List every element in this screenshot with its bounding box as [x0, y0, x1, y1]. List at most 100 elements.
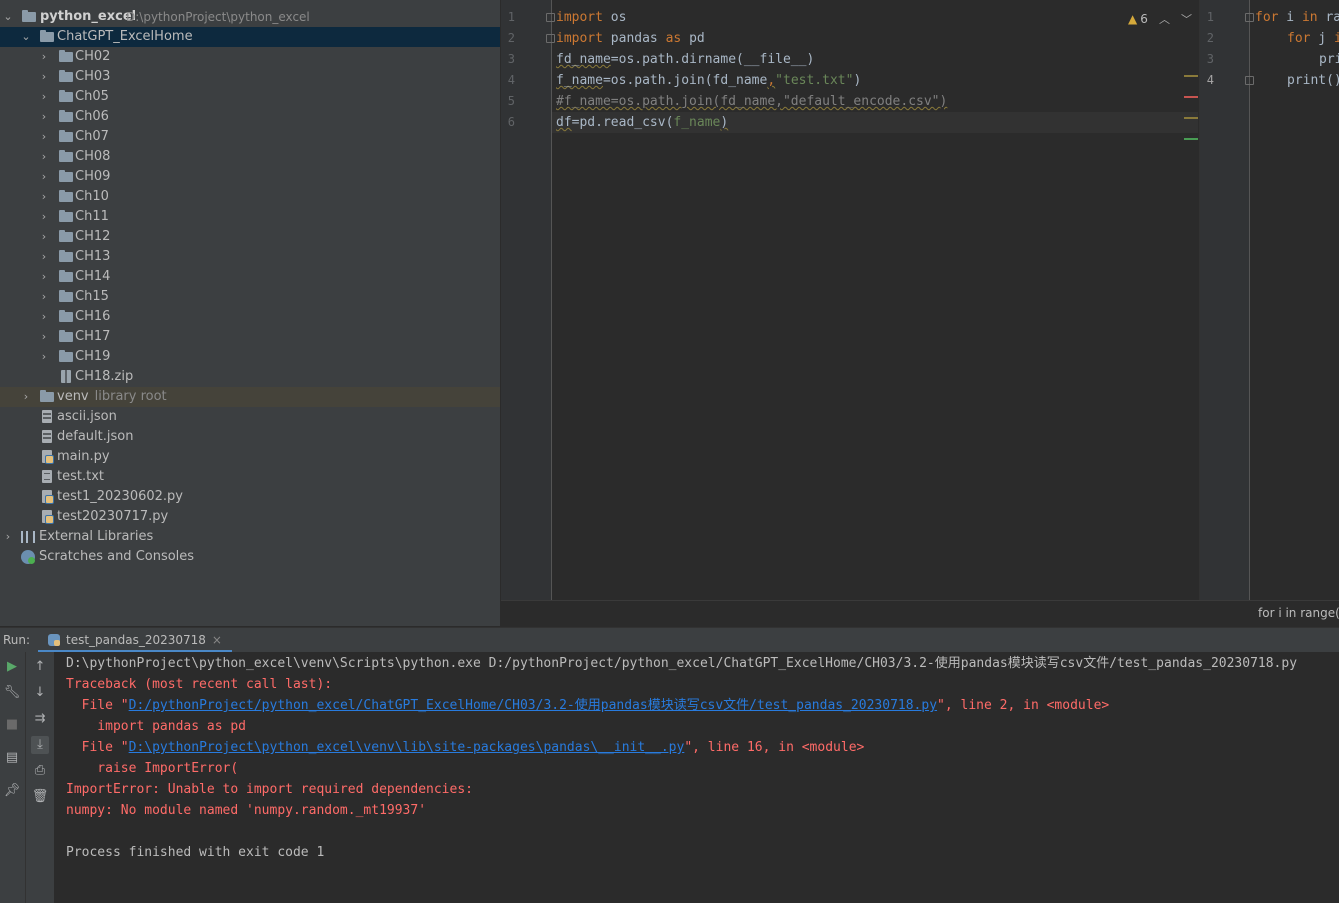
console-file-line-1: File "D:/pythonProject/python_excel/Chat… — [66, 698, 1110, 713]
next-highlight-icon[interactable]: ﹀ — [1181, 11, 1192, 27]
inspection-widget[interactable]: ▲ 6 — [1128, 12, 1148, 26]
chevron-right-icon[interactable]: › — [38, 247, 50, 267]
warning-marker[interactable] — [1184, 117, 1198, 119]
tree-item-folder[interactable]: › CH02 — [0, 47, 500, 67]
chevron-right-icon[interactable]: › — [38, 87, 50, 107]
down-arrow-icon[interactable]: ↓ — [31, 684, 49, 702]
error-marker[interactable] — [1184, 96, 1198, 98]
chevron-right-icon[interactable]: › — [38, 287, 50, 307]
fold-icon[interactable] — [1245, 76, 1254, 85]
run-tool-window-header: Run: test_pandas_20230718 × — [0, 627, 1339, 653]
tree-root[interactable]: ⌄ python_excel D:\pythonProject\python_e… — [0, 7, 500, 27]
fold-icon[interactable] — [546, 13, 555, 22]
up-arrow-icon[interactable]: ↑ — [31, 658, 49, 676]
previous-highlight-icon[interactable]: ︿ — [1159, 11, 1170, 27]
chevron-right-icon[interactable]: › — [38, 187, 50, 207]
code-line-3: pri — [1319, 52, 1339, 67]
line-number: 5 — [507, 94, 515, 108]
run-tab[interactable]: test_pandas_20230718 × — [38, 628, 232, 653]
fold-icon[interactable] — [546, 34, 555, 43]
tree-item-scratches[interactable]: Scratches and Consoles — [0, 547, 500, 567]
tree-label: default.json — [57, 429, 134, 444]
change-marker[interactable] — [1184, 138, 1198, 140]
tree-item-folder[interactable]: › Ch05 — [0, 87, 500, 107]
tree-item-folder[interactable]: › CH09 — [0, 167, 500, 187]
tree-label: CH13 — [75, 249, 111, 264]
tree-item-folder[interactable]: › CH17 — [0, 327, 500, 347]
folder-icon — [59, 50, 73, 62]
code-editor-split[interactable]: 1 2 3 4 for i in ra for j i pri print() — [1199, 0, 1339, 600]
stop-icon[interactable]: ■ — [3, 716, 21, 734]
tree-item-file[interactable]: test.txt — [0, 467, 500, 487]
chevron-right-icon[interactable]: › — [38, 107, 50, 127]
chevron-right-icon[interactable]: › — [38, 67, 50, 87]
tree-label: CH03 — [75, 69, 111, 84]
chevron-right-icon[interactable]: › — [38, 267, 50, 287]
run-toolbar: ▶ 🔧︎ ■ ▤ 📌︎ — [0, 652, 25, 903]
folder-icon — [59, 150, 73, 162]
tree-item-file[interactable]: default.json — [0, 427, 500, 447]
tree-item-folder[interactable]: › CH12 — [0, 227, 500, 247]
breadcrumb[interactable]: for i in range( — [1258, 606, 1339, 620]
code-line-3: fd_name=os.path.dirname(__file__) — [556, 52, 815, 67]
file-link[interactable]: D:\pythonProject\python_excel\venv\lib\s… — [129, 740, 685, 755]
tree-item-zip[interactable]: CH18.zip — [0, 367, 500, 387]
tree-item-file[interactable]: test1_20230602.py — [0, 487, 500, 507]
chevron-right-icon[interactable]: › — [38, 227, 50, 247]
tree-item-external-libraries[interactable]: › External Libraries — [0, 527, 500, 547]
folder-icon — [59, 330, 73, 342]
tree-item-folder[interactable]: › CH03 — [0, 67, 500, 87]
tree-item-folder[interactable]: › CH14 — [0, 267, 500, 287]
line-number: 2 — [507, 31, 515, 45]
code-editor[interactable]: 1 2 3 4 5 6 import os import pandas as pd fd_… — [501, 0, 1198, 600]
chevron-down-icon[interactable]: ⌄ — [20, 27, 32, 47]
trash-icon[interactable]: 🗑︎ — [31, 788, 49, 806]
rerun-icon[interactable]: ▶ — [3, 658, 21, 676]
tree-label: CH02 — [75, 49, 111, 64]
layout-icon[interactable]: ▤ — [3, 749, 21, 767]
tree-item-file[interactable]: test20230717.py — [0, 507, 500, 527]
tree-item-folder[interactable]: › CH08 — [0, 147, 500, 167]
chevron-right-icon[interactable]: › — [38, 47, 50, 67]
tree-label: Ch15 — [75, 289, 109, 304]
fold-icon[interactable] — [1245, 13, 1254, 22]
tree-item-file[interactable]: main.py — [0, 447, 500, 467]
tree-item-folder[interactable]: › CH16 — [0, 307, 500, 327]
console-output[interactable]: D:\pythonProject\python_excel\venv\Scrip… — [54, 652, 1339, 903]
soft-wrap-icon[interactable]: ⇉ — [31, 710, 49, 728]
chevron-right-icon[interactable]: › — [38, 167, 50, 187]
folder-icon — [40, 30, 54, 42]
file-link[interactable]: D:/pythonProject/python_excel/ChatGPT_Ex… — [129, 698, 937, 713]
wrench-icon[interactable]: 🔧︎ — [3, 684, 21, 702]
console-code-line-1: import pandas as pd — [66, 719, 247, 734]
chevron-right-icon[interactable]: › — [38, 327, 50, 347]
chevron-right-icon[interactable]: › — [38, 307, 50, 327]
close-icon[interactable]: × — [212, 633, 222, 647]
chevron-right-icon[interactable]: › — [38, 147, 50, 167]
warning-marker[interactable] — [1184, 75, 1198, 77]
tree-item-folder[interactable]: › Ch06 — [0, 107, 500, 127]
chevron-right-icon[interactable]: › — [2, 527, 14, 547]
tree-item-folder[interactable]: › Ch11 — [0, 207, 500, 227]
chevron-right-icon[interactable]: › — [38, 347, 50, 367]
chevron-right-icon[interactable]: › — [38, 207, 50, 227]
line-number: 3 — [1206, 52, 1214, 66]
tree-item-chatgpt-excelhome[interactable]: ⌄ ChatGPT_ExcelHome — [0, 27, 500, 47]
print-icon[interactable]: ⎙ — [31, 762, 49, 780]
scroll-to-end-icon[interactable]: ⤓ — [31, 736, 49, 754]
folder-icon — [22, 10, 36, 22]
tree-item-folder[interactable]: › CH19 — [0, 347, 500, 367]
chevron-down-icon[interactable]: ⌄ — [2, 7, 14, 27]
code-line-2: import pandas as pd — [556, 31, 705, 46]
folder-icon — [59, 250, 73, 262]
tree-item-folder[interactable]: › Ch15 — [0, 287, 500, 307]
chevron-right-icon[interactable]: › — [38, 127, 50, 147]
tree-item-folder[interactable]: › Ch07 — [0, 127, 500, 147]
tree-item-folder[interactable]: › Ch10 — [0, 187, 500, 207]
folder-icon — [59, 350, 73, 362]
pin-icon[interactable]: 📌︎ — [3, 782, 21, 800]
tree-item-folder[interactable]: › CH13 — [0, 247, 500, 267]
tree-item-venv[interactable]: › venv library root — [0, 387, 500, 407]
chevron-right-icon[interactable]: › — [20, 387, 32, 407]
tree-item-file[interactable]: ascii.json — [0, 407, 500, 427]
